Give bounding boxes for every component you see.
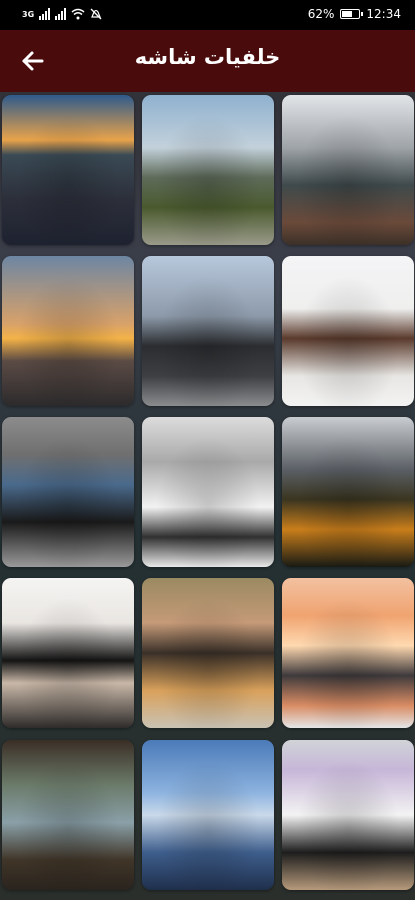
mute-icon [90, 8, 102, 20]
battery-fill [342, 11, 353, 17]
wallpaper-thumbnail [282, 95, 414, 245]
wallpaper-thumbnail [2, 417, 134, 567]
clock: 12:34 [366, 7, 401, 21]
wallpaper-thumbnail [282, 417, 414, 567]
wallpaper-girl-pink-hair[interactable] [282, 740, 414, 890]
wallpaper-thumbnail [142, 256, 274, 406]
wallpaper-mountain-sunset[interactable] [2, 95, 134, 245]
wallpaper-grid [0, 92, 415, 900]
wifi-icon [71, 8, 85, 20]
wallpaper-stacked-donuts[interactable] [282, 578, 414, 728]
wallpaper-thumbnail [2, 95, 134, 245]
app-bar: خلفيات شاشه [0, 30, 415, 92]
wallpaper-electric-scooter[interactable] [142, 256, 274, 406]
status-right: 62% 12:34 [308, 7, 401, 21]
wallpaper-bicycle-in-snow[interactable] [142, 417, 274, 567]
wallpaper-two-women-lying[interactable] [142, 578, 274, 728]
status-left: 3G [22, 8, 102, 20]
wallpaper-rocky-peaks-road[interactable] [142, 95, 274, 245]
wallpaper-thumbnail [2, 578, 134, 728]
wallpaper-woman-flower-crown[interactable] [282, 256, 414, 406]
wallpaper-thumbnail [142, 740, 274, 890]
wallpaper-thumbnail [142, 95, 274, 245]
wallpaper-thumbnail [2, 256, 134, 406]
wallpaper-woman-on-rocks[interactable] [282, 95, 414, 245]
signal-icon [39, 8, 51, 20]
signal-icon-2 [55, 8, 67, 20]
wallpaper-thumbnail [2, 740, 134, 890]
status-bar: 3G 62% 12:34 [0, 0, 415, 30]
wallpaper-city-skyline[interactable] [142, 740, 274, 890]
wallpaper-thumbnail [282, 578, 414, 728]
wallpaper-thumbnail [282, 256, 414, 406]
wallpaper-wooden-frame-coast[interactable] [2, 740, 134, 890]
page-title: خلفيات شاشه [134, 45, 281, 69]
wallpaper-autumn-mountain-lake[interactable] [282, 417, 414, 567]
battery-icon [340, 9, 364, 19]
battery-percent: 62% [307, 7, 335, 21]
wallpaper-thumbnail [142, 417, 274, 567]
wallpaper-woman-black-hat[interactable] [2, 578, 134, 728]
wallpaper-thumbnail [282, 740, 414, 890]
network-type: 3G [22, 9, 35, 19]
wallpaper-woman-denim-jacket[interactable] [2, 417, 134, 567]
wallpaper-thumbnail [142, 578, 274, 728]
wallpaper-sea-sunset[interactable] [2, 256, 134, 406]
